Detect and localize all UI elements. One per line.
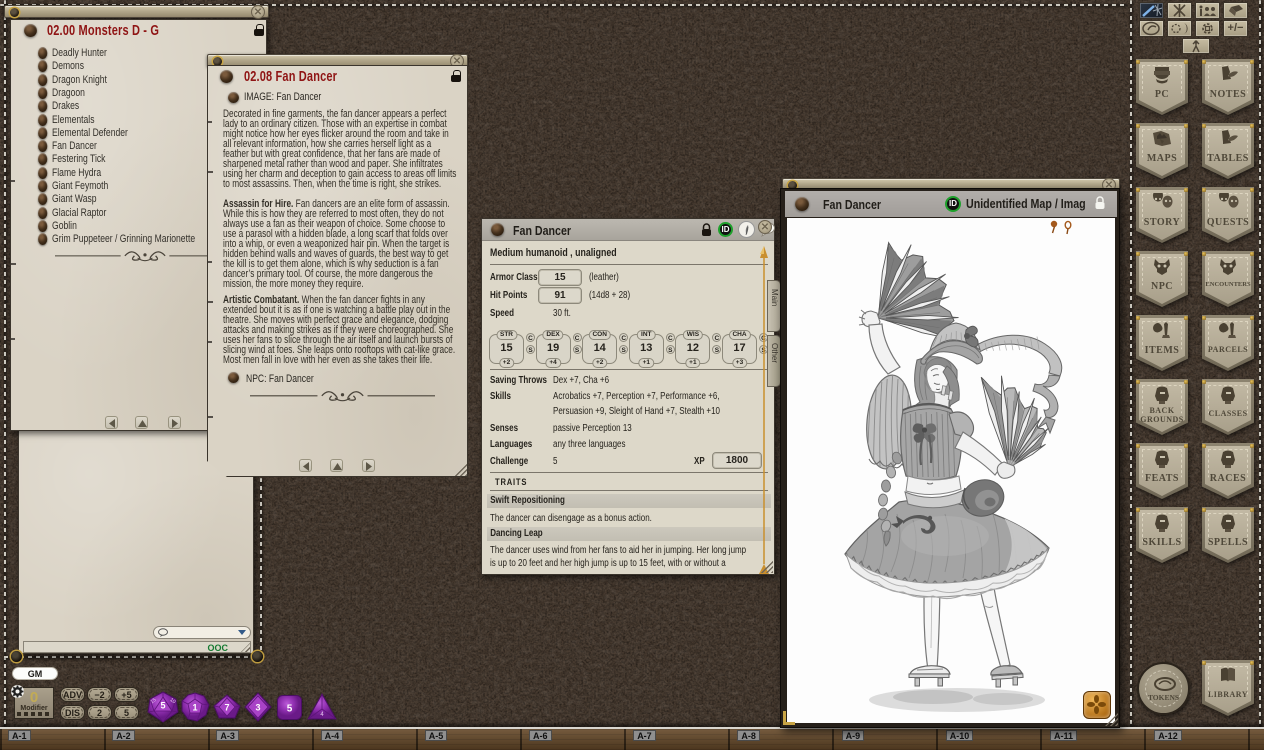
svg-text:7: 7: [224, 703, 229, 713]
svg-text:5: 5: [287, 704, 293, 715]
svg-text:3: 3: [255, 703, 260, 713]
svg-text:5: 5: [160, 701, 165, 711]
svg-text:1: 1: [192, 703, 197, 713]
